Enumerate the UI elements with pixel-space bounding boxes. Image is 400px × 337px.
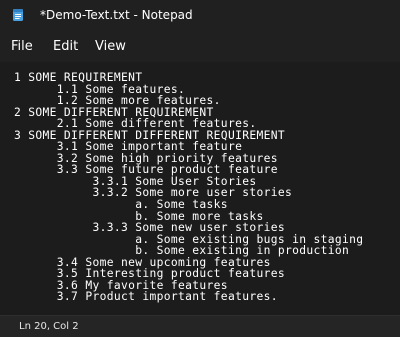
editor-text[interactable]: 1 SOME REQUIREMENT 1.1 Some features. 1.… — [14, 72, 363, 303]
window-title: *Demo-Text.txt - Notepad — [40, 8, 193, 22]
status-bar: Ln 20, Col 2 — [0, 315, 400, 337]
menu-edit[interactable]: Edit — [53, 39, 78, 54]
text-line: 3.7 Product important features. — [14, 290, 278, 304]
cursor-position[interactable]: Ln 20, Col 2 — [19, 321, 79, 333]
notepad-icon — [13, 9, 23, 21]
text-editor[interactable]: 1 SOME REQUIREMENT 1.1 Some features. 1.… — [0, 62, 400, 315]
menu-file[interactable]: File — [11, 39, 33, 54]
menu-view[interactable]: View — [95, 39, 126, 54]
title-bar[interactable]: *Demo-Text.txt - Notepad — [0, 0, 400, 30]
menu-bar: File Edit View — [0, 30, 400, 62]
